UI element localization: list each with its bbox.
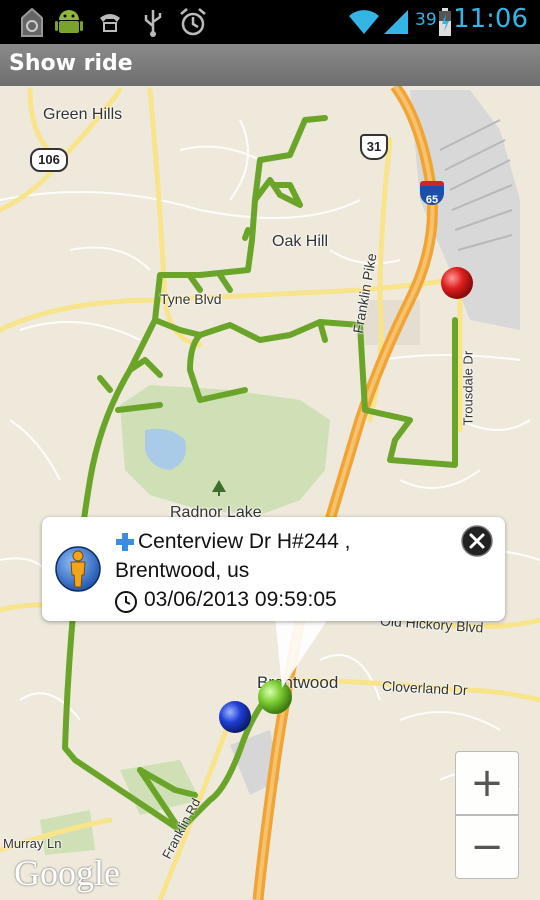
- clock: 11:06: [453, 4, 528, 34]
- battery-percent: 39: [415, 10, 437, 30]
- current-marker[interactable]: [217, 699, 253, 735]
- popup-address-line-1: Centerview Dr H#244 ,: [138, 530, 351, 553]
- voicemail-icon: [100, 14, 120, 32]
- popup-address-line-2: Brentwood, us: [115, 559, 250, 582]
- close-icon[interactable]: [460, 524, 494, 558]
- popup-timestamp: 03/06/2013 09:59:05: [144, 588, 337, 611]
- notification-app-icon: [21, 7, 43, 37]
- zoom-out-button[interactable]: −: [455, 815, 519, 879]
- map-view[interactable]: Green Hills Oak Hill Tyne Blvd Franklin …: [0, 86, 540, 900]
- wifi-icon: [349, 10, 379, 34]
- label-green-hills: Green Hills: [43, 106, 123, 123]
- android-icon: [55, 10, 83, 33]
- end-marker[interactable]: [439, 265, 475, 301]
- person-avatar-icon: [55, 546, 101, 592]
- label-oak-hill: Oak Hill: [272, 233, 329, 250]
- zoom-in-button[interactable]: +: [455, 751, 519, 815]
- page-title: Show ride: [9, 51, 133, 76]
- google-attribution: Google: [14, 853, 120, 893]
- popup-tail: [275, 616, 330, 688]
- status-bar: 39 11:06: [0, 0, 540, 44]
- route-31-shield: 31: [360, 134, 388, 160]
- label-trousdale-dr: Trousdale Dr: [460, 350, 476, 426]
- alarm-icon: [180, 8, 206, 36]
- tree-icon: [212, 480, 226, 496]
- location-cross-icon: [116, 533, 134, 551]
- usb-icon: [144, 10, 162, 37]
- signal-icon: [384, 10, 408, 34]
- battery-icon: [439, 8, 451, 36]
- title-bar: Show ride: [0, 44, 540, 87]
- clock-icon: [115, 591, 137, 613]
- label-tyne-blvd: Tyne Blvd: [160, 291, 222, 307]
- label-murray-ln: Murray Ln: [3, 836, 62, 851]
- location-popup[interactable]: Centerview Dr H#244 , Brentwood, us 03/0…: [42, 517, 505, 621]
- interstate-65-shield: 65: [420, 181, 444, 206]
- route-106-shield: 106: [30, 148, 68, 172]
